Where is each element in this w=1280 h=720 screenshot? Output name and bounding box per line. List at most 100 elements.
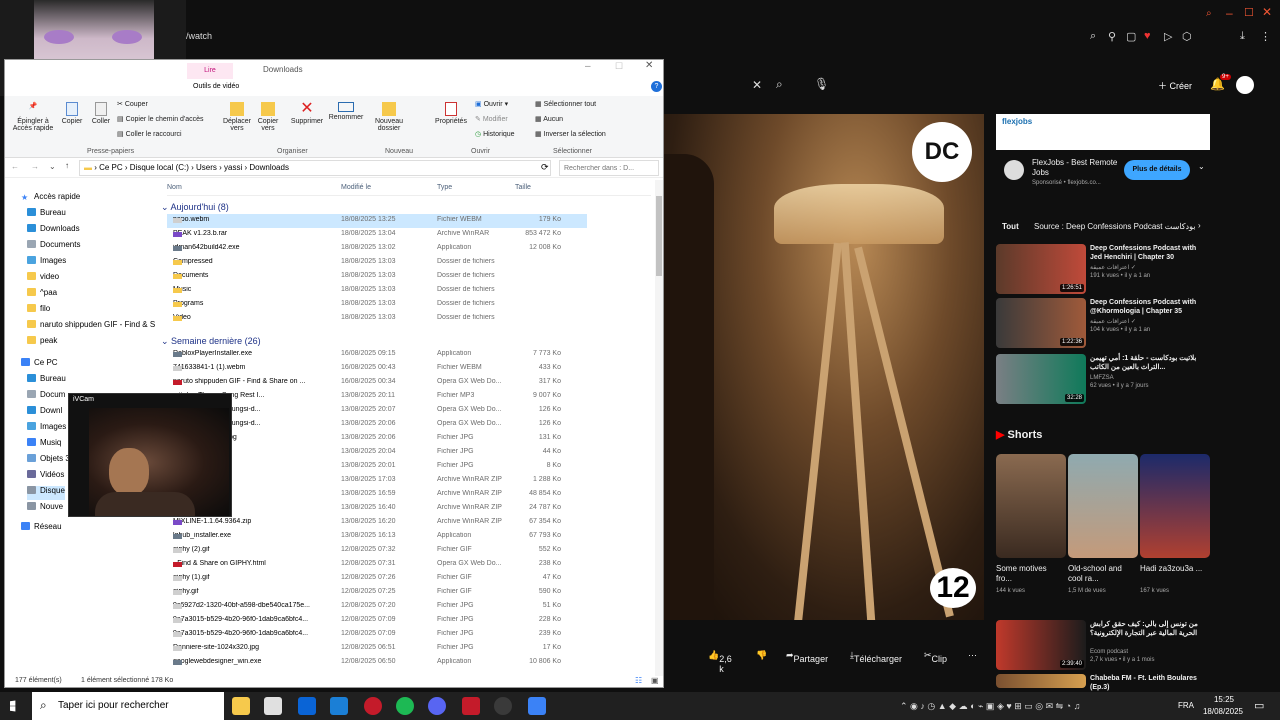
pin-quick-access-button[interactable]: 📌 Épingler à Accès rapide	[11, 102, 55, 132]
recommendation-item[interactable]: 1:26:51 Deep Confessions Podcast with Je…	[996, 244, 1210, 294]
select-none-button[interactable]: ▦ Aucun	[535, 115, 615, 123]
file-row[interactable]: idman642build42.exe 18/08/2025 13:02 Appli…	[167, 242, 587, 256]
group-header-week[interactable]: ⌄ Semaine dernière (26)	[161, 336, 261, 347]
microphone-icon[interactable]: 🎙	[814, 77, 829, 91]
chevron-down-icon[interactable]: ⌄	[1198, 162, 1205, 171]
menu-icon[interactable]: ⋮	[1260, 30, 1271, 43]
url-fragment[interactable]: /watch	[186, 31, 212, 41]
nav-item-paa[interactable]: ^paa	[27, 288, 57, 302]
file-row[interactable]: giphy.gif 12/08/2025 07:25 Fichier GIF 590 …	[167, 586, 587, 600]
download-icon[interactable]: ⤓	[1240, 30, 1245, 43]
file-row[interactable]: 9a7a3015-b529-4b20-96f0-1dab9ca6bfc4... 1…	[167, 614, 587, 628]
forward-icon[interactable]: →	[31, 162, 39, 171]
file-row[interactable]: 9c6927d2-1320-40bf-a598-dbe540ca175e... 1…	[167, 600, 587, 614]
details-view-icon[interactable]: ☷	[635, 676, 642, 685]
file-row[interactable]: lghub_installer.exe 13/08/2025 16:13 Appli…	[167, 530, 587, 544]
nav-item-new-volume[interactable]: Nouve	[27, 502, 63, 516]
cut-button[interactable]: ✂ Couper	[117, 100, 217, 108]
short-thumbnail[interactable]	[1068, 454, 1138, 558]
nav-item-this-pc[interactable]: Ce PC	[21, 358, 58, 372]
screenshot-icon[interactable]: ▢	[1126, 30, 1136, 43]
close-icon[interactable]: ✕	[645, 60, 653, 71]
breadcrumb-item[interactable]: Ce PC	[99, 163, 123, 172]
ad-cta-button[interactable]: Plus de détails	[1124, 160, 1190, 180]
breadcrumb-item[interactable]: Downloads	[249, 163, 289, 172]
dislike-icon[interactable]: 👎	[756, 650, 767, 661]
properties-button[interactable]: Propriétés	[433, 102, 469, 125]
copy-to-button[interactable]: Copier vers	[253, 102, 283, 132]
language-indicator[interactable]: FRA	[1178, 701, 1194, 710]
group-header-today[interactable]: ⌄ Aujourd'hui (8)	[161, 202, 229, 213]
nav-item-video[interactable]: video	[27, 272, 59, 286]
rename-button[interactable]: Renommer	[325, 102, 367, 121]
maximize-icon[interactable]: ☐	[1244, 6, 1254, 19]
recent-icon[interactable]: ⌄	[49, 162, 56, 171]
nav-item-desktop[interactable]: Bureau	[27, 208, 66, 222]
opera-gx-icon[interactable]	[364, 697, 382, 715]
file-row[interactable]: RobloxPlayerInstaller.exe 16/08/2025 09:1…	[167, 348, 587, 362]
create-button[interactable]: ＋ Créer	[1158, 79, 1192, 92]
nav-item-desktop-pc[interactable]: Bureau	[27, 374, 66, 388]
minimize-icon[interactable]: –	[1226, 6, 1233, 20]
nav-item-quick-access[interactable]: ★ Accès rapide	[21, 192, 80, 206]
nav-item-documents-pc[interactable]: Docum	[27, 390, 65, 404]
file-row[interactable]: 741633841-1 (1).webm 16/08/2025 00:43 Fich…	[167, 362, 587, 376]
more-icon[interactable]: ⋯	[968, 650, 977, 661]
copy-path-button[interactable]: ▤ Copier le chemin d'accès	[117, 115, 227, 123]
pin-icon[interactable]: ⚲	[1108, 30, 1116, 43]
minimize-icon[interactable]: –	[585, 61, 591, 72]
search-icon[interactable]: ⌕	[776, 77, 783, 92]
move-to-button[interactable]: Déplacer vers	[219, 102, 255, 132]
system-tray[interactable]: ⌃ ◉ ♪ ◷ ▲ ◆ ☁ ◐ ⌁ ▣ ◈ ♥ ⊞ ▭ ◎ ✉ ⇋ ◔ ♫	[900, 701, 1080, 712]
file-row[interactable]: popo.webm 18/08/2025 13:25 Fichier WEBM 179…	[167, 214, 587, 228]
nav-item-images-pc[interactable]: Images	[27, 422, 66, 436]
file-row[interactable]: giphy (1).gif 12/08/2025 07:26 Fichier GIF…	[167, 572, 587, 586]
short-thumbnail[interactable]	[1140, 454, 1210, 558]
spotify-icon[interactable]	[396, 697, 414, 715]
tiles-view-icon[interactable]: ▣	[651, 676, 659, 685]
clock-time[interactable]: 15:25	[1204, 695, 1244, 704]
file-explorer-icon[interactable]	[232, 697, 250, 715]
file-row[interactable]: Video 18/08/2025 13:03 Dossier de fichiers	[167, 312, 587, 326]
refresh-icon[interactable]: ⟳	[541, 162, 549, 173]
ad-row[interactable]: FlexJobs - Best Remote Jobs Sponsorisé •…	[1004, 156, 1205, 196]
recommendation-item[interactable]: 32:28 بلاتيت بودكاست - حلقة 1: أمي تهيمن…	[996, 354, 1210, 404]
nav-item-documents[interactable]: Documents	[27, 240, 80, 254]
extensions-icon[interactable]: ⬡	[1182, 30, 1192, 43]
recommendation-item[interactable]: Chabeba FM - Ft. Leith Boulares (Ep.3)	[996, 674, 1210, 691]
column-size[interactable]: Taille	[515, 184, 531, 191]
up-icon[interactable]: ↑	[65, 161, 69, 170]
zoom-icon[interactable]: ⌕	[1090, 30, 1096, 43]
clear-search-icon[interactable]: ✕	[752, 78, 762, 92]
close-icon[interactable]: ✕	[1262, 5, 1272, 19]
file-row[interactable]: giphy (2).gif 12/08/2025 07:32 Fichier GIF…	[167, 544, 587, 558]
file-row[interactable]: - Find & Share on GIPHY.html 12/08/2025 0…	[167, 558, 587, 572]
search-input[interactable]	[559, 160, 659, 176]
nav-item-videos-pc[interactable]: Vidéos	[27, 470, 64, 484]
chip-source[interactable]: Source : Deep Confessions Podcast بودكاس…	[1034, 222, 1195, 231]
nav-item-local-disk[interactable]: Disque	[27, 486, 65, 500]
nav-item-peak[interactable]: peak	[27, 336, 57, 350]
paste-shortcut-button[interactable]: ▤ Coller le raccourci	[117, 130, 217, 138]
tab-play[interactable]: Lire	[187, 63, 233, 79]
select-all-button[interactable]: ▦ Sélectionner tout	[535, 100, 645, 108]
nav-item-network[interactable]: Réseau	[21, 522, 62, 536]
recommendation-item[interactable]: 2:39:40 من تونس إلى بالي: كيف حقق كرابش …	[996, 620, 1210, 670]
history-button[interactable]: ◷ Historique	[475, 130, 535, 138]
modify-button[interactable]: ✎ Modifier	[475, 115, 535, 123]
file-row[interactable]: PEAK v1.23.b.rar 18/08/2025 13:04 Archive …	[167, 228, 587, 242]
ad-banner[interactable]: flexjobs	[996, 114, 1210, 150]
tab-video-tools[interactable]: Outils de vidéo	[193, 83, 239, 90]
notification-center-icon[interactable]: ▭	[1254, 699, 1264, 712]
download-button[interactable]: ⤓ Télécharger	[850, 650, 902, 664]
breadcrumb-item[interactable]: yassi	[224, 163, 242, 172]
video-editor-icon[interactable]	[462, 697, 480, 715]
clock-date[interactable]: 18/08/2025	[1198, 707, 1248, 716]
windows-start-icon[interactable]	[10, 700, 16, 712]
file-row[interactable]: Compressed 18/08/2025 13:03 Dossier de fic…	[167, 256, 587, 270]
file-row[interactable]: 9a7a3015-b529-4b20-96f0-1dab9ca6bfc4... 1…	[167, 628, 587, 642]
file-row[interactable]: Programs 18/08/2025 13:03 Dossier de fichi…	[167, 298, 587, 312]
file-row[interactable]: Danniere-site-1024x320.jpg 12/08/2025 06:…	[167, 642, 587, 656]
copy-button[interactable]: Copier	[57, 102, 87, 125]
vscode-icon[interactable]	[330, 697, 348, 715]
